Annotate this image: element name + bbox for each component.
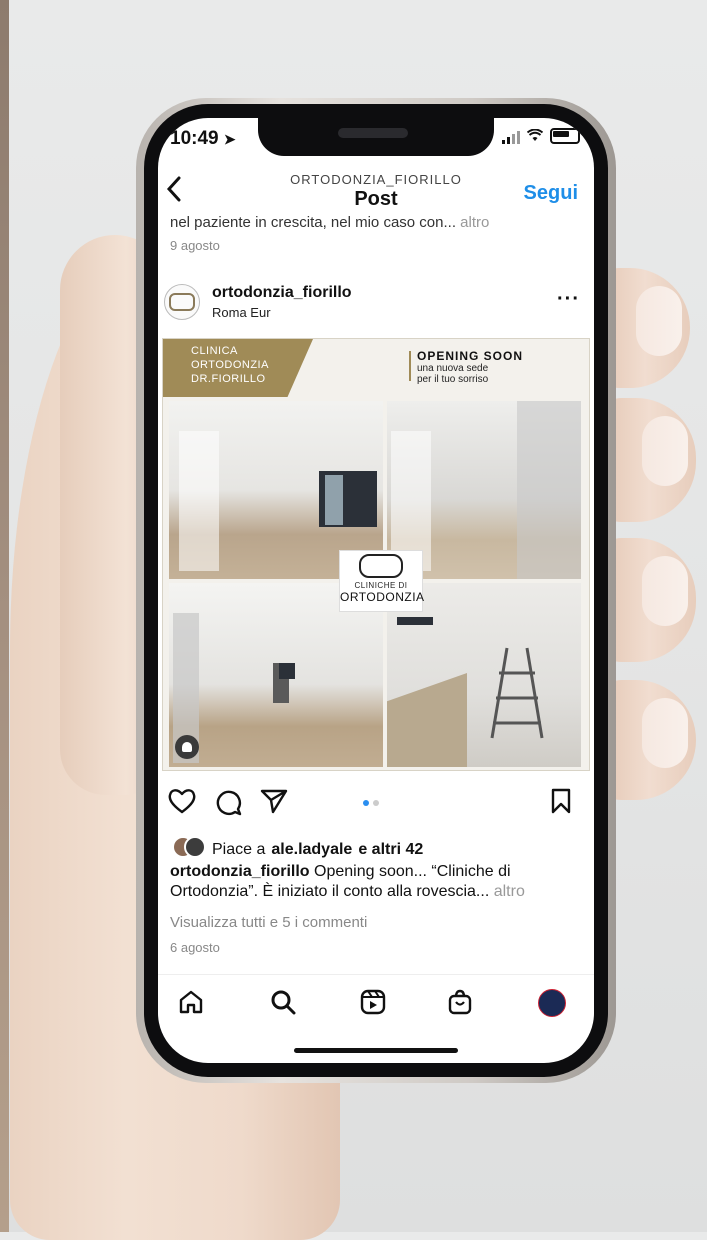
profile-icon (538, 989, 566, 1017)
background-edge (0, 0, 9, 1232)
bottom-nav (158, 974, 594, 1031)
caption-more-link[interactable]: altro (494, 883, 525, 900)
post-date: 6 agosto (170, 940, 220, 955)
phone-screen: 10:49 ➤ ORTODONZIA_FIORILLO Post Segui n… (158, 118, 594, 1063)
previous-post-caption: nel paziente in crescita, nel mio caso c… (170, 214, 490, 231)
status-time: 10:49 ➤ (170, 128, 236, 149)
home-icon (179, 990, 203, 1014)
liker-avatars (172, 836, 206, 863)
post-header: ORTODONZIA_FIORILLO Post Segui (158, 166, 594, 216)
status-icons (502, 128, 580, 144)
post-caption: ortodonzia_fiorillo Opening soon... “Cli… (170, 863, 525, 900)
nav-shop[interactable] (448, 989, 472, 1020)
cliniche-logo: CLINICHE DI ORTODONZIA (339, 550, 424, 612)
post-image[interactable]: CLINICA ORTODONZIA DR.FIORILLO OPENING S… (162, 338, 590, 771)
save-button[interactable] (550, 788, 572, 819)
share-button[interactable] (260, 788, 288, 819)
previous-post-date: 9 agosto (170, 238, 220, 253)
heart-icon (168, 789, 196, 814)
carousel-indicator (363, 800, 379, 806)
clinic-banner: CLINICA ORTODONZIA DR.FIORILLO (163, 339, 313, 397)
battery-icon (550, 128, 580, 144)
view-comments-link[interactable]: Visualizza tutti e 5 i commenti (170, 914, 367, 931)
author-username[interactable]: ortodonzia_fiorillo (212, 284, 352, 302)
caption-username[interactable]: ortodonzia_fiorillo (170, 863, 310, 880)
opening-soon-title: OPENING SOON (417, 349, 524, 363)
comment-icon (216, 790, 242, 816)
opening-soon-subtitle: una nuova sede (417, 363, 489, 374)
nav-profile[interactable] (538, 989, 566, 1017)
nav-home[interactable] (178, 989, 204, 1020)
tagged-users-icon[interactable] (175, 735, 199, 759)
brackets-logo-icon (359, 554, 403, 578)
nav-search[interactable] (270, 989, 296, 1020)
post-actions (158, 784, 594, 820)
location-arrow-icon: ➤ (223, 131, 236, 147)
comment-button[interactable] (214, 788, 242, 821)
reels-icon (360, 989, 386, 1015)
home-indicator[interactable] (294, 1048, 458, 1053)
signal-icon (502, 130, 520, 144)
shop-icon (448, 989, 472, 1015)
more-options-button[interactable]: ··· (557, 288, 580, 311)
like-button[interactable] (168, 788, 196, 819)
send-icon (260, 789, 288, 814)
post-location[interactable]: Roma Eur (212, 305, 271, 320)
notch (258, 118, 494, 156)
post-author-row: ortodonzia_fiorillo Roma Eur ··· (158, 276, 594, 332)
likes-row[interactable]: Piace a ale.ladyale e altri 42 (172, 836, 423, 863)
bookmark-icon (551, 788, 571, 814)
search-icon (271, 990, 296, 1015)
nav-reels[interactable] (360, 989, 386, 1020)
opening-soon-subtitle-2: per il tuo sorriso (417, 374, 489, 385)
previous-caption-more-link[interactable]: altro (460, 214, 489, 231)
author-avatar[interactable] (164, 284, 200, 320)
wifi-icon (526, 128, 544, 144)
follow-button[interactable]: Segui (524, 182, 578, 205)
